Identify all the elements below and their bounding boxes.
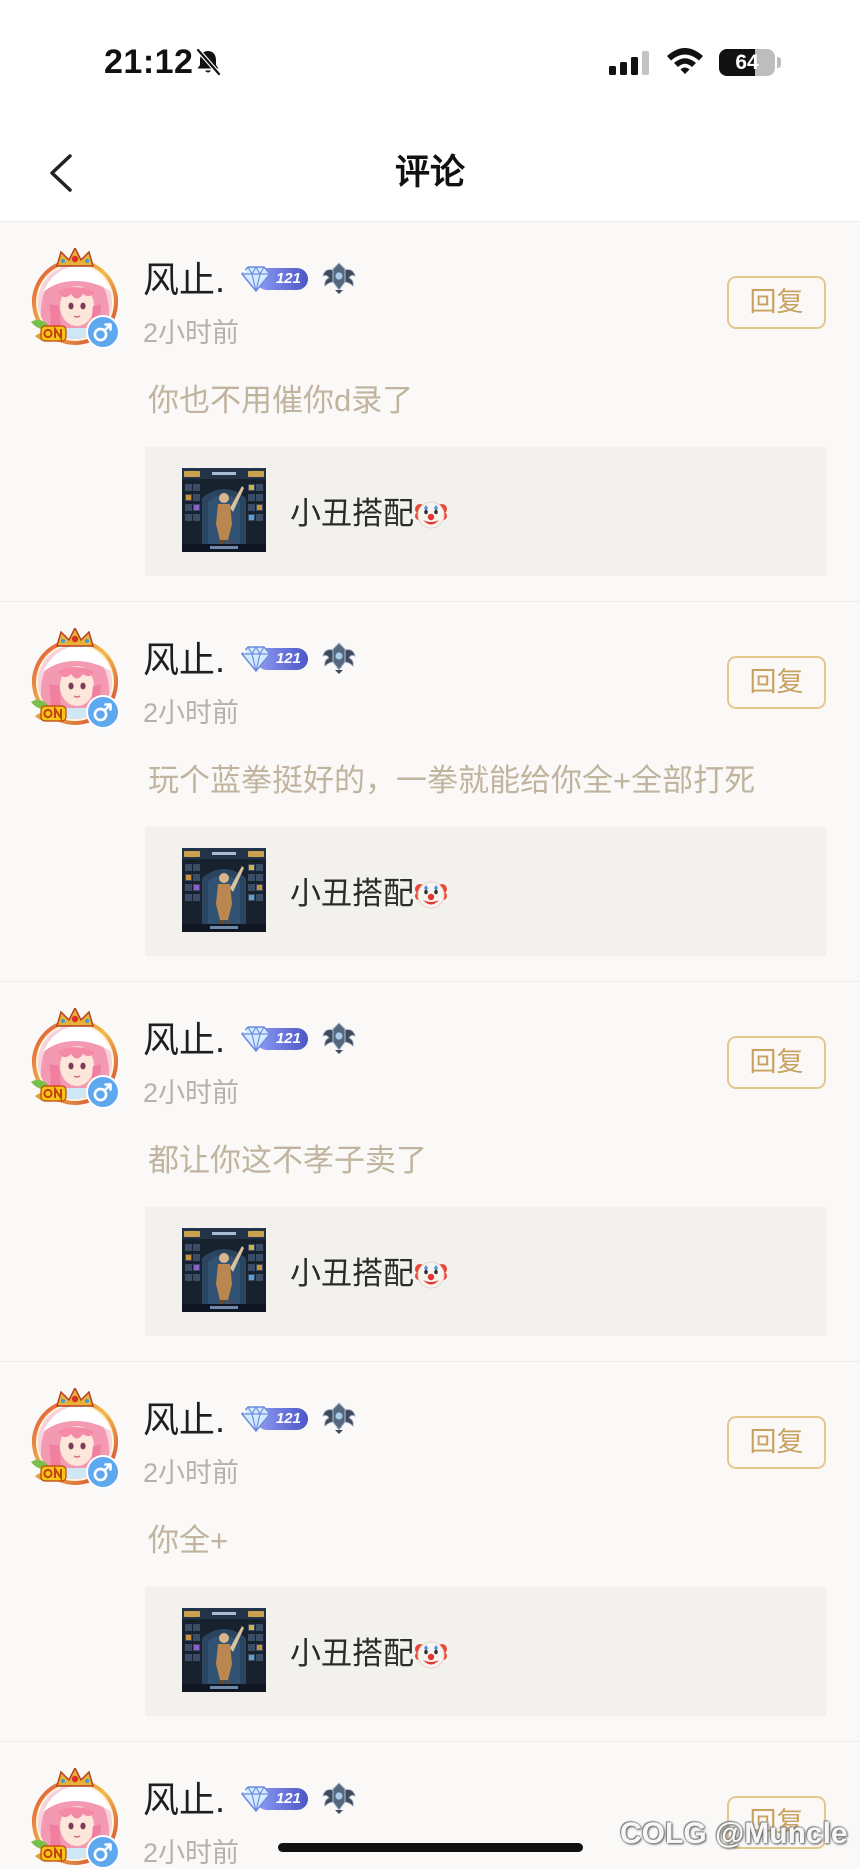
- referenced-post-title: 小丑搭配: [290, 1636, 414, 1671]
- referenced-post-card[interactable]: 小丑搭配: [145, 1207, 826, 1336]
- diamond-icon: [240, 646, 271, 672]
- clown-face-icon: [415, 1641, 447, 1669]
- diamond-icon: [240, 1406, 271, 1432]
- comment-time: 2小时前: [143, 1078, 240, 1108]
- status-bar: 21:12 64: [0, 0, 860, 120]
- referenced-post-card[interactable]: 小丑搭配: [145, 447, 826, 576]
- male-gender-icon: [86, 695, 120, 729]
- referenced-post-title: 小丑搭配: [290, 876, 414, 911]
- username[interactable]: 风止.: [143, 1398, 225, 1442]
- referenced-post-label: 小丑搭配: [290, 1632, 447, 1676]
- nav-header: 评论: [0, 120, 860, 222]
- reply-button[interactable]: 回复: [727, 1416, 826, 1469]
- comments-screen: 21:12 64 评论 风止. 121 2小时前 回复 你也不用催你d录了 小丑…: [0, 0, 860, 1869]
- comment-item: 风止. 121 2小时前 回复 你全+ 小丑搭配: [0, 1362, 860, 1742]
- reply-button[interactable]: 回复: [727, 276, 826, 329]
- referenced-post-label: 小丑搭配: [290, 872, 447, 916]
- male-gender-icon: [86, 1835, 120, 1869]
- comment-time: 2小时前: [143, 1458, 240, 1488]
- comment-list[interactable]: 风止. 121 2小时前 回复 你也不用催你d录了 小丑搭配 风止. 121 2…: [0, 222, 860, 1869]
- level-number: 121: [275, 1030, 301, 1047]
- comment-text: 你也不用催你d录了: [148, 383, 414, 418]
- cellular-signal-icon: [609, 51, 649, 75]
- level-number: 121: [275, 1790, 301, 1807]
- watermark: COLG @Muncle: [620, 1817, 848, 1850]
- male-gender-icon: [86, 1075, 120, 1109]
- post-thumbnail: [182, 468, 266, 552]
- referenced-post-label: 小丑搭配: [290, 1252, 447, 1296]
- comment-item: 风止. 121 2小时前 回复 你也不用催你d录了 小丑搭配: [0, 222, 860, 602]
- comment-time: 2小时前: [143, 318, 240, 348]
- comment-time: 2小时前: [143, 1838, 240, 1868]
- male-gender-icon: [86, 315, 120, 349]
- rank-crest-icon: [322, 1022, 356, 1055]
- username[interactable]: 风止.: [143, 258, 225, 302]
- male-gender-icon: [86, 1455, 120, 1489]
- home-indicator[interactable]: [278, 1843, 583, 1852]
- reply-button[interactable]: 回复: [727, 1036, 826, 1089]
- comment-text: 都让你这不孝子卖了: [148, 1143, 427, 1178]
- wifi-icon: [667, 48, 703, 74]
- post-thumbnail: [182, 1608, 266, 1692]
- clown-face-icon: [415, 881, 447, 909]
- comment-text: 你全+: [148, 1523, 229, 1558]
- username[interactable]: 风止.: [143, 1018, 225, 1062]
- level-number: 121: [275, 1410, 301, 1427]
- comment-time: 2小时前: [143, 698, 240, 728]
- level-badge: 121: [238, 644, 310, 674]
- comment-item: 风止. 121 2小时前 回复 玩个蓝拳挺好的，一拳就能给你全+全部打死 小丑搭…: [0, 602, 860, 982]
- level-badge: 121: [238, 264, 310, 294]
- rank-crest-icon: [322, 1402, 356, 1435]
- username[interactable]: 风止.: [143, 638, 225, 682]
- referenced-post-card[interactable]: 小丑搭配: [145, 1587, 826, 1716]
- status-time: 21:12: [104, 43, 194, 81]
- referenced-post-card[interactable]: 小丑搭配: [145, 827, 826, 956]
- level-badge: 121: [238, 1404, 310, 1434]
- reply-button[interactable]: 回复: [727, 656, 826, 709]
- page-title: 评论: [394, 153, 465, 192]
- battery-level: 64: [735, 51, 759, 74]
- post-thumbnail: [182, 1228, 266, 1312]
- comment-item: 风止. 121 2小时前 回复 都让你这不孝子卖了 小丑搭配: [0, 982, 860, 1362]
- clown-face-icon: [415, 1261, 447, 1289]
- battery-icon: 64: [719, 49, 775, 76]
- referenced-post-title: 小丑搭配: [290, 496, 414, 531]
- clown-face-icon: [415, 501, 447, 529]
- level-number: 121: [275, 270, 301, 287]
- rank-crest-icon: [322, 262, 356, 295]
- diamond-icon: [240, 266, 271, 292]
- level-number: 121: [275, 650, 301, 667]
- referenced-post-label: 小丑搭配: [290, 492, 447, 536]
- post-thumbnail: [182, 848, 266, 932]
- comment-text: 玩个蓝拳挺好的，一拳就能给你全+全部打死: [148, 763, 756, 798]
- rank-crest-icon: [322, 642, 356, 675]
- username[interactable]: 风止.: [143, 1778, 225, 1822]
- level-badge: 121: [238, 1024, 310, 1054]
- bell-slash-icon: [196, 48, 221, 76]
- diamond-icon: [240, 1786, 271, 1812]
- battery-cap: [777, 57, 781, 68]
- diamond-icon: [240, 1026, 271, 1052]
- rank-crest-icon: [322, 1782, 356, 1815]
- referenced-post-title: 小丑搭配: [290, 1256, 414, 1291]
- level-badge: 121: [238, 1784, 310, 1814]
